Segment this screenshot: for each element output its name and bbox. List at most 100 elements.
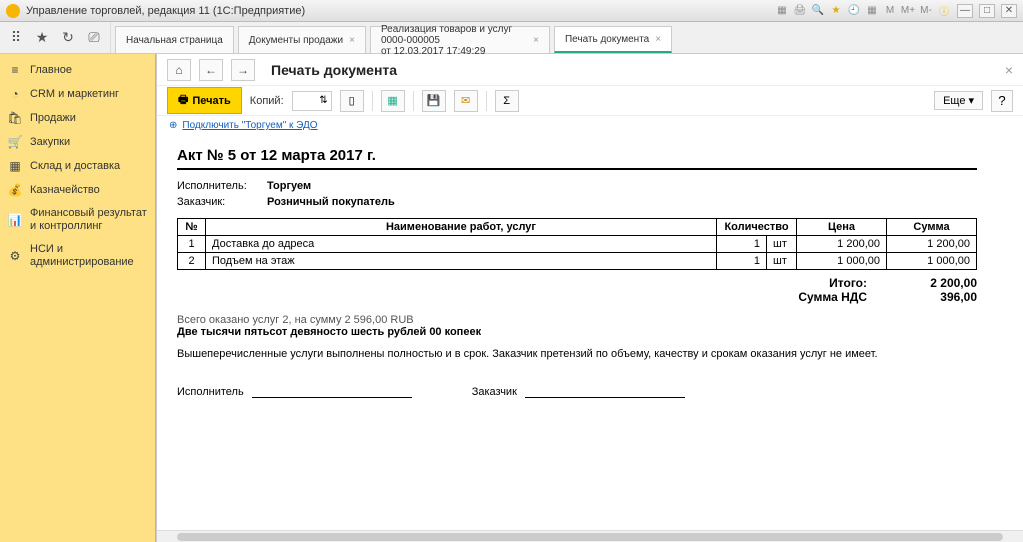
tb-icon-9[interactable]: M- xyxy=(919,4,933,18)
scroll-thumb[interactable] xyxy=(177,533,1003,541)
more-label: Еще xyxy=(943,95,965,107)
tab-realization[interactable]: Реализация товаров и услуг 0000-000005 о… xyxy=(370,26,550,53)
home-button[interactable]: ⌂ xyxy=(167,59,191,81)
tab-close-icon[interactable]: × xyxy=(349,35,355,46)
cell-name: Подъем на этаж xyxy=(206,253,717,270)
tb-icon-3[interactable]: 🔍 xyxy=(811,4,825,18)
save-button[interactable]: 💾 xyxy=(422,90,446,112)
print-button[interactable]: 🖶 Печать xyxy=(167,87,242,114)
cell-unit: шт xyxy=(767,236,797,253)
separator xyxy=(372,91,373,111)
help-button[interactable]: ? xyxy=(991,90,1013,112)
cell-price: 1 200,00 xyxy=(797,236,887,253)
sb-nsi[interactable]: ⚙ НСИ и администрирование xyxy=(0,238,155,274)
print-label: Печать xyxy=(192,95,230,107)
separator xyxy=(486,91,487,111)
tab-start[interactable]: Начальная страница xyxy=(115,26,234,53)
tb-icon-1[interactable]: ▦ xyxy=(775,4,789,18)
gear-icon: ⚙ xyxy=(8,249,22,263)
cell-sum: 1 000,00 xyxy=(887,253,977,270)
apps-icon[interactable]: ⠿ xyxy=(8,30,24,46)
th-n: № xyxy=(178,219,206,236)
sig-line xyxy=(252,384,412,398)
document: Акт № 5 от 12 марта 2017 г. Исполнитель:… xyxy=(177,147,977,398)
back-button[interactable]: ← xyxy=(199,59,223,81)
topbar: ⌂ ← → Печать документа × xyxy=(157,54,1023,86)
tb-icon-star[interactable]: ★ xyxy=(829,4,843,18)
tb-icon-5[interactable]: 🕘 xyxy=(847,4,861,18)
info-icon[interactable]: ⓘ xyxy=(937,4,951,18)
cell-name: Доставка до адреса xyxy=(206,236,717,253)
tab-tools: ⠿ ★ ↻ ⎚ xyxy=(0,22,111,53)
sig-label: Заказчик xyxy=(472,386,517,398)
doc-heading: Акт № 5 от 12 марта 2017 г. xyxy=(177,147,977,170)
tab-close-icon[interactable]: × xyxy=(655,34,661,45)
tab-label: Реализация товаров и услуг 0000-000005 о… xyxy=(381,24,527,57)
bag-icon: 🛍 xyxy=(8,111,22,125)
printer-icon: 🖶 xyxy=(178,91,188,110)
sb-crm[interactable]: ◔CRM и маркетинг xyxy=(0,82,155,106)
amount-words: Две тысячи пятьсот девяносто шесть рубле… xyxy=(177,326,977,338)
vat-value: 396,00 xyxy=(897,290,977,304)
performer-label: Исполнитель: xyxy=(177,180,257,192)
th-sum: Сумма xyxy=(887,219,977,236)
horizontal-scrollbar[interactable] xyxy=(157,530,1023,542)
sum-button[interactable]: Σ xyxy=(495,90,519,112)
more-button[interactable]: Еще▾ xyxy=(934,91,983,110)
forward-button[interactable]: → xyxy=(231,59,255,81)
tb-icon-7[interactable]: M xyxy=(883,4,897,18)
mail-button[interactable]: ✉ xyxy=(454,90,478,112)
titlebar-actions: ▦ 🖨 🔍 ★ 🕘 ▦ M M+ M- ⓘ — □ ✕ xyxy=(775,4,1017,18)
sb-main[interactable]: ≡Главное xyxy=(0,58,155,82)
total-value: 2 200,00 xyxy=(897,276,977,290)
copies-spinner[interactable]: ⇅ xyxy=(292,91,332,111)
cell-qty: 1 xyxy=(717,236,767,253)
tabstrip: ⠿ ★ ↻ ⎚ Начальная страница Документы про… xyxy=(0,22,1023,54)
link-icon: ⊕ xyxy=(169,120,177,131)
history-icon[interactable]: ↻ xyxy=(60,30,76,46)
page-close-icon[interactable]: × xyxy=(1005,62,1013,78)
money-icon: 💰 xyxy=(8,183,22,197)
sb-treasury[interactable]: 💰Казначейство xyxy=(0,178,155,202)
edo-link[interactable]: Подключить "Торгуем" к ЭДО xyxy=(182,120,317,131)
tab-print[interactable]: Печать документа× xyxy=(554,26,672,53)
sb-label: НСИ и администрирование xyxy=(30,243,147,269)
window-title: Управление торговлей, редакция 11 (1С:Пр… xyxy=(26,5,775,17)
sb-finresult[interactable]: 📊Финансовый результат и контроллинг xyxy=(0,202,155,238)
tb-icon-2[interactable]: 🖨 xyxy=(793,4,807,18)
bars-icon: 📊 xyxy=(8,213,22,227)
edo-row: ⊕ Подключить "Торгуем" к ЭДО xyxy=(157,116,1023,135)
sig-customer: Заказчик xyxy=(472,384,685,398)
app-icon xyxy=(6,4,20,18)
sb-purchases[interactable]: 🛒Закупки xyxy=(0,130,155,154)
chart-icon[interactable]: ⎚ xyxy=(86,30,102,46)
minimize-button[interactable]: — xyxy=(957,4,973,18)
sb-warehouse[interactable]: ▦Склад и доставка xyxy=(0,154,155,178)
page-title: Печать документа xyxy=(271,62,397,78)
star-icon[interactable]: ★ xyxy=(34,30,50,46)
totals: Итого:2 200,00 Сумма НДС396,00 xyxy=(177,276,977,304)
tb-icon-8[interactable]: M+ xyxy=(901,4,915,18)
customer-row: Заказчик: Розничный покупатель xyxy=(177,196,977,208)
signatures: Исполнитель Заказчик xyxy=(177,384,977,398)
tab-close-icon[interactable]: × xyxy=(533,35,539,46)
th-price: Цена xyxy=(797,219,887,236)
close-button[interactable]: ✕ xyxy=(1001,4,1017,18)
th-name: Наименование работ, услуг xyxy=(206,219,717,236)
copies-label: Копий: xyxy=(250,95,284,107)
layout-button[interactable]: ▯ xyxy=(340,90,364,112)
tab-docs[interactable]: Документы продажи× xyxy=(238,26,366,53)
cell-price: 1 000,00 xyxy=(797,253,887,270)
table-row: 2 Подъем на этаж 1 шт 1 000,00 1 000,00 xyxy=(178,253,977,270)
sb-sales[interactable]: 🛍Продажи xyxy=(0,106,155,130)
th-qty: Количество xyxy=(717,219,797,236)
table-row: 1 Доставка до адреса 1 шт 1 200,00 1 200… xyxy=(178,236,977,253)
document-area: Акт № 5 от 12 марта 2017 г. Исполнитель:… xyxy=(157,135,1023,530)
spreadsheet-button[interactable]: ▦ xyxy=(381,90,405,112)
cell-sum: 1 200,00 xyxy=(887,236,977,253)
note: Вышеперечисленные услуги выполнены полно… xyxy=(177,348,977,360)
tb-icon-6[interactable]: ▦ xyxy=(865,4,879,18)
cell-qty: 1 xyxy=(717,253,767,270)
maximize-button[interactable]: □ xyxy=(979,4,995,18)
sb-label: Главное xyxy=(30,64,72,77)
